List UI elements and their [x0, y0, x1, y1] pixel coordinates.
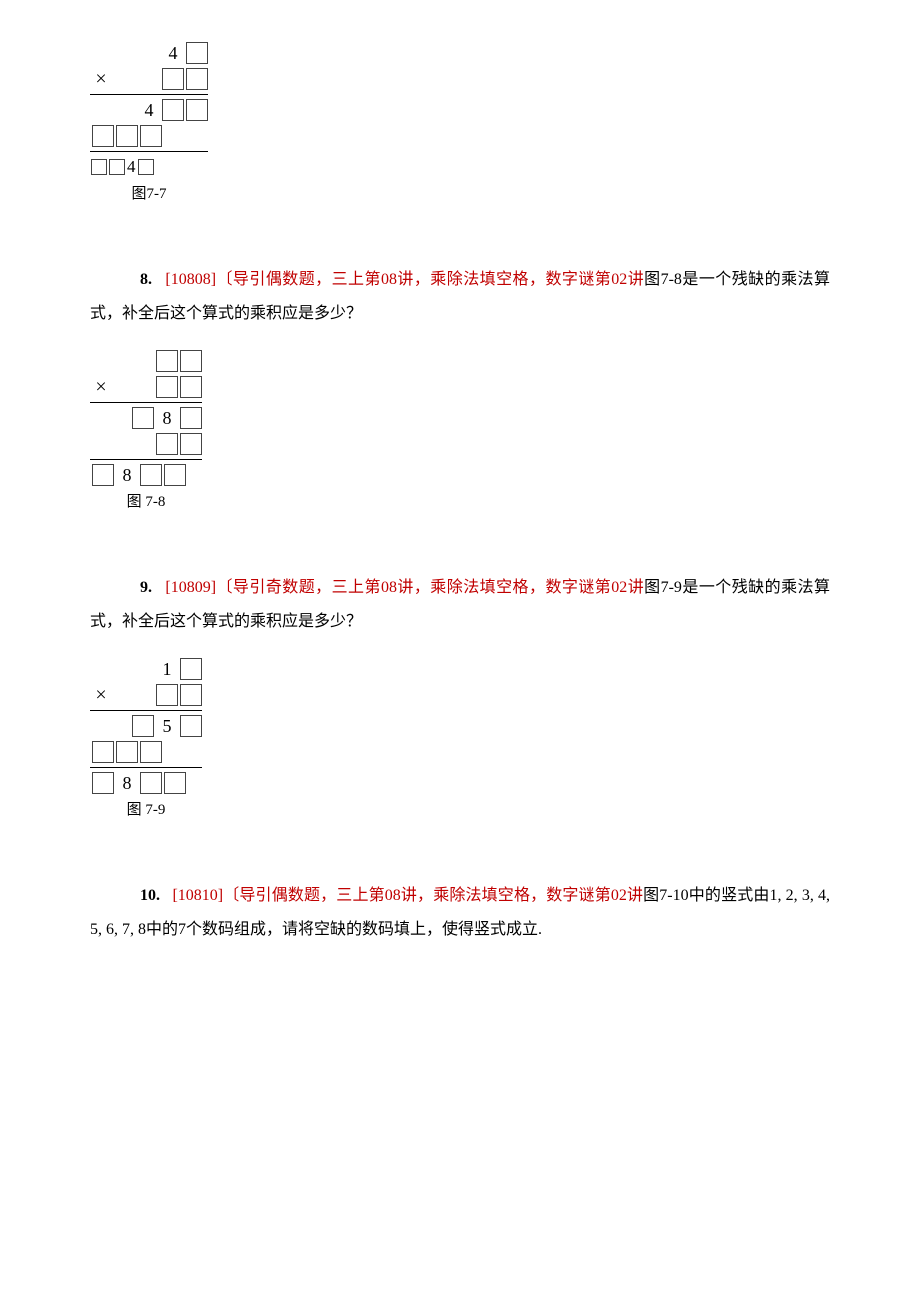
- digit-8: 8: [116, 772, 138, 794]
- page: 4 × 4: [0, 0, 920, 1005]
- blank-box: [162, 99, 184, 121]
- multiply-sign: ×: [90, 376, 112, 399]
- figure-caption: 图 7-9: [90, 798, 202, 819]
- mini-box: [91, 159, 107, 175]
- figure-7-8: × 8 8 图 7-8: [90, 348, 830, 511]
- blank-box: [92, 741, 114, 763]
- blank-box: [164, 464, 186, 486]
- blank-box: [156, 350, 178, 372]
- problem-tag: [10810]〔导引偶数题，三上第08讲，乘除法填空格，数字谜第02讲: [172, 887, 643, 904]
- digit-4: 4: [162, 42, 184, 64]
- figure-caption: 图7-7: [90, 182, 208, 203]
- figure-caption: 图 7-8: [90, 490, 202, 511]
- blank-box: [164, 772, 186, 794]
- figure-7-7: 4 × 4: [90, 40, 830, 203]
- digit-8: 8: [156, 407, 178, 429]
- problem-number: 8.: [140, 271, 152, 288]
- blank-box: [92, 464, 114, 486]
- digit-8: 8: [116, 464, 138, 486]
- problem-8-text: 8. [10808]〔导引偶数题，三上第08讲，乘除法填空格，数字谜第02讲图7…: [90, 263, 830, 330]
- blank-box: [140, 741, 162, 763]
- problem-9-text: 9. [10809]〔导引奇数题，三上第08讲，乘除法填空格，数字谜第02讲图7…: [90, 571, 830, 638]
- problem-tag: [10809]〔导引奇数题，三上第08讲，乘除法填空格，数字谜第02讲: [165, 579, 644, 596]
- blank-box: [180, 684, 202, 706]
- blank-box: [180, 350, 202, 372]
- blank-box: [180, 376, 202, 398]
- multiply-sign: ×: [90, 68, 112, 91]
- blank-box: [186, 68, 208, 90]
- mini-box: [109, 159, 125, 175]
- blank-box: [116, 125, 138, 147]
- blank-box: [132, 407, 154, 429]
- digit-1: 1: [156, 658, 178, 680]
- problem-tag: [10808]〔导引偶数题，三上第08讲，乘除法填空格，数字谜第02讲: [165, 271, 644, 288]
- mini-box: [138, 159, 154, 175]
- multiply-sign: ×: [90, 684, 112, 707]
- problem-10-text: 10. [10810]〔导引偶数题，三上第08讲，乘除法填空格，数字谜第02讲图…: [90, 879, 830, 946]
- blank-box: [156, 684, 178, 706]
- digit-5: 5: [156, 715, 178, 737]
- blank-box: [186, 99, 208, 121]
- problem-number: 10.: [140, 887, 160, 904]
- blank-box: [156, 433, 178, 455]
- problem-number: 9.: [140, 579, 152, 596]
- blank-box: [180, 433, 202, 455]
- blank-box: [116, 741, 138, 763]
- digit-4: 4: [127, 157, 136, 177]
- blank-box: [92, 125, 114, 147]
- blank-box: [140, 464, 162, 486]
- blank-box: [162, 68, 184, 90]
- blank-box: [180, 407, 202, 429]
- blank-box: [140, 125, 162, 147]
- blank-box: [186, 42, 208, 64]
- blank-box: [156, 376, 178, 398]
- digit-4: 4: [138, 99, 160, 121]
- blank-box: [140, 772, 162, 794]
- blank-box: [132, 715, 154, 737]
- figure-7-9: 1 × 5 8: [90, 656, 830, 819]
- blank-box: [92, 772, 114, 794]
- blank-box: [180, 658, 202, 680]
- blank-box: [180, 715, 202, 737]
